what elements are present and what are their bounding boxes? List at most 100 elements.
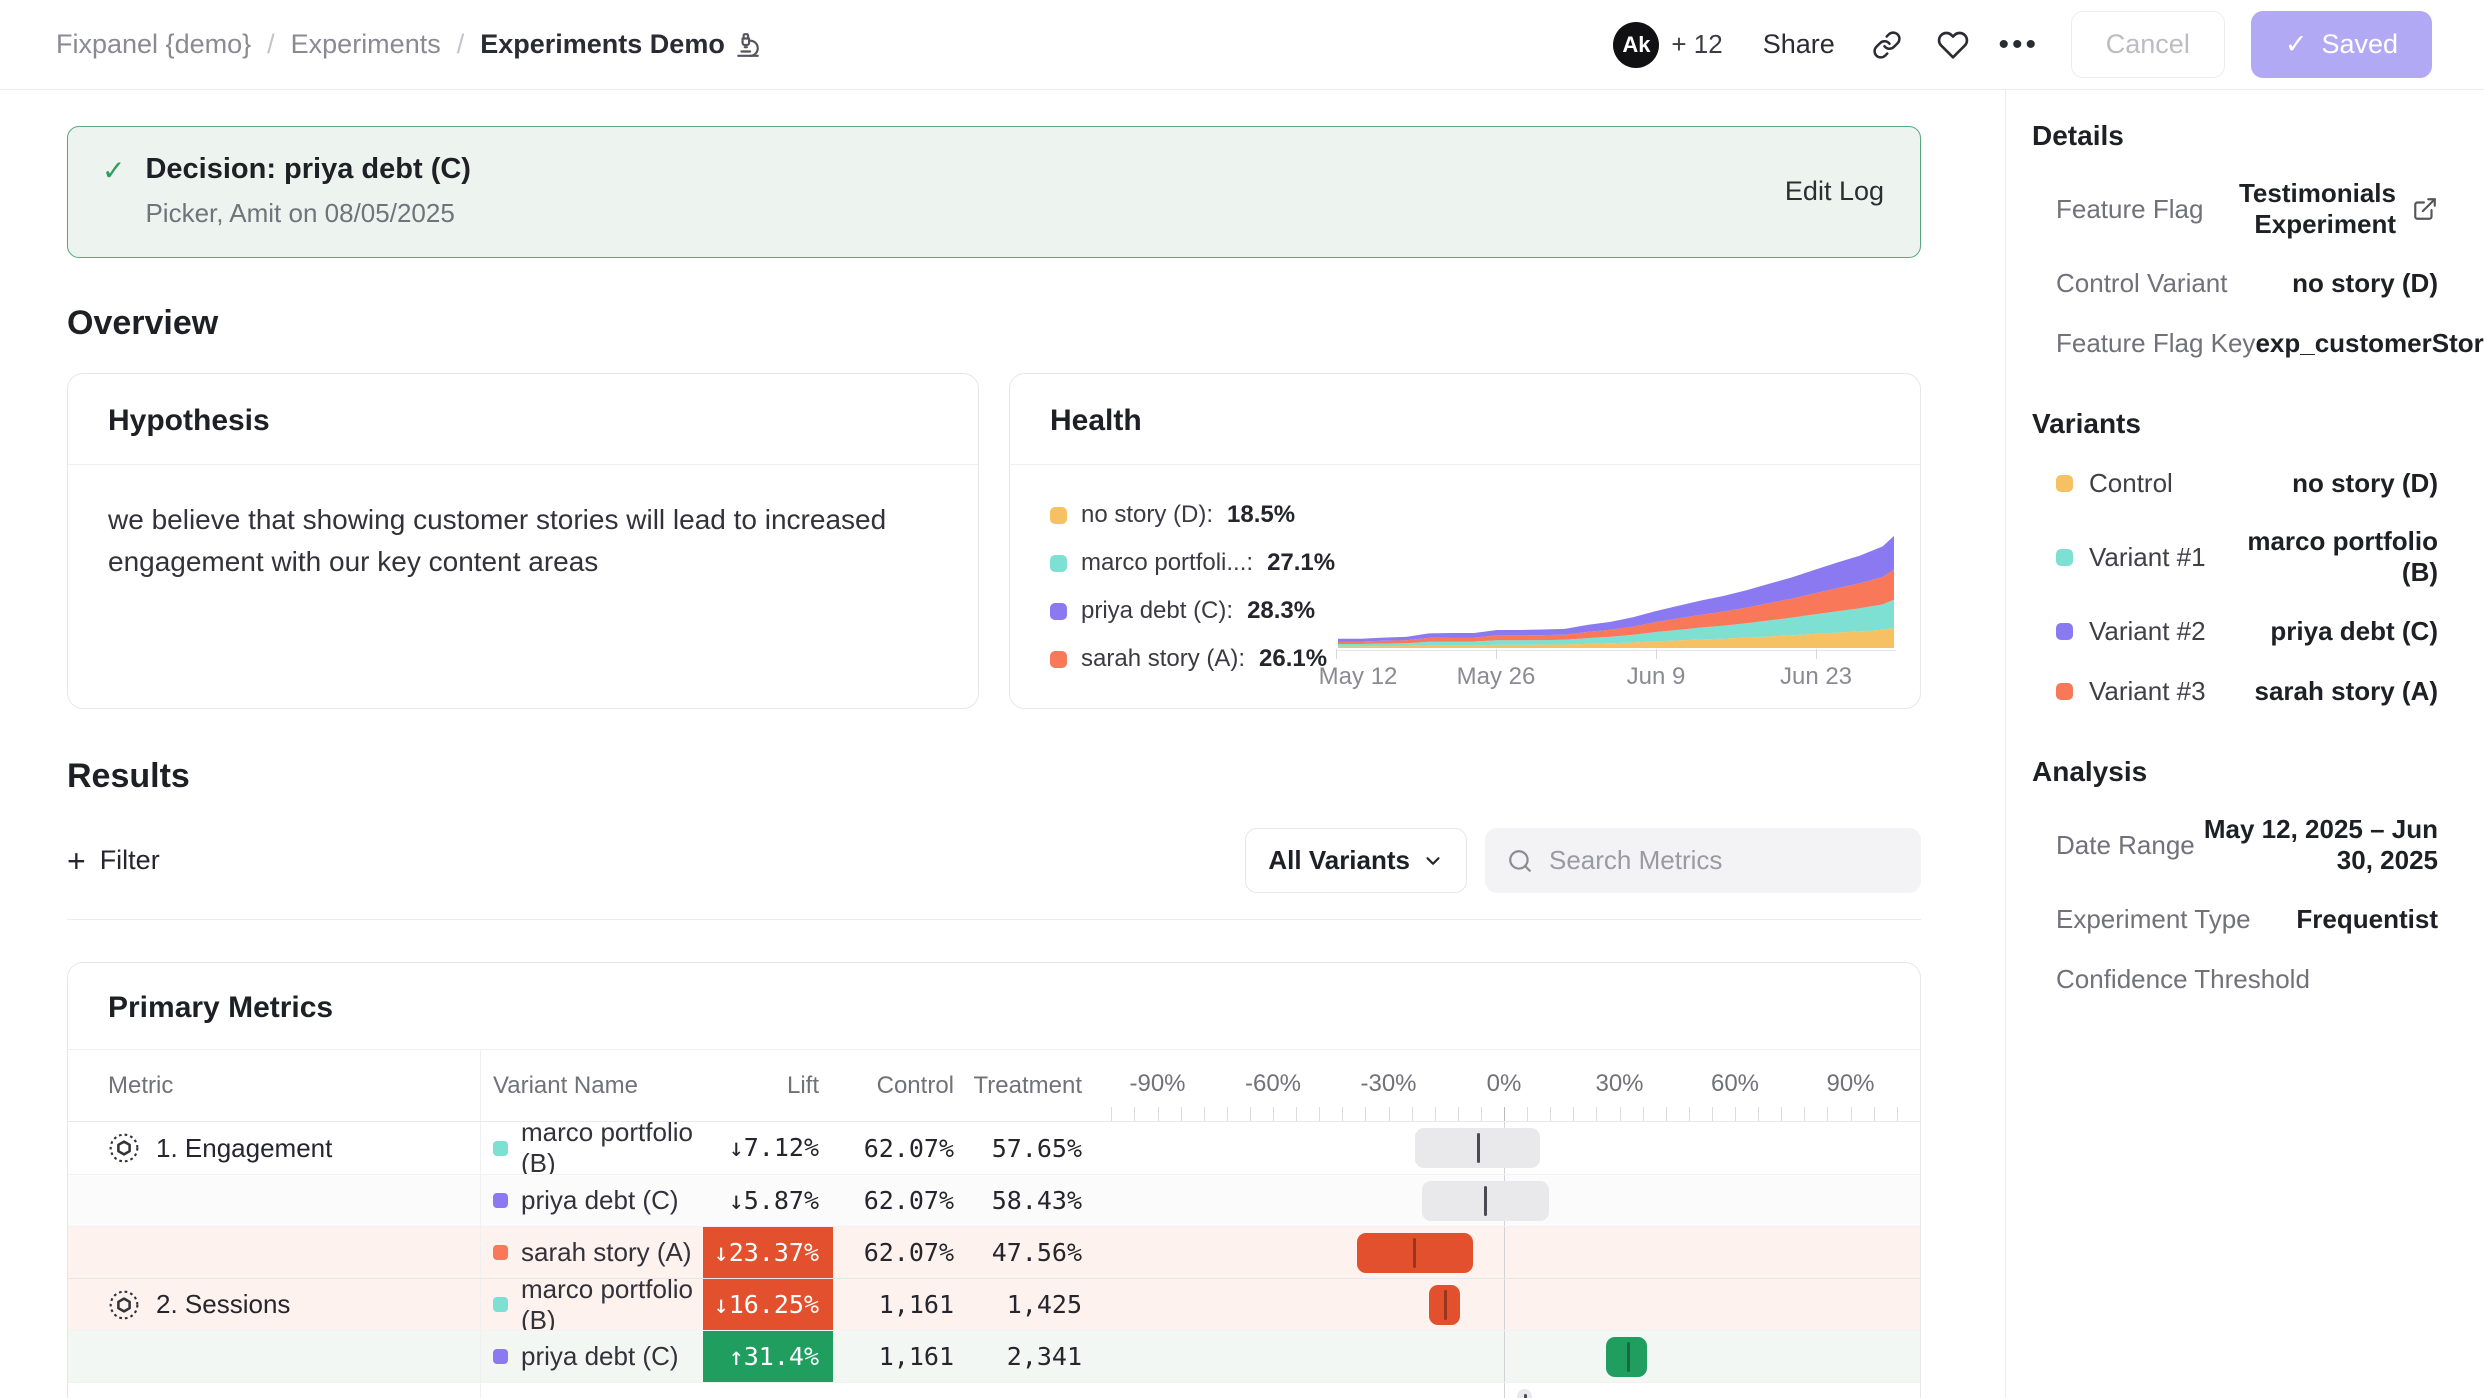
treatment-cell: 47.56% (958, 1238, 1086, 1267)
detail-value: sarah story (A) (2206, 676, 2438, 707)
ci-axis-tick (1550, 1107, 1551, 1121)
lift-cell: ↑4.54% (703, 1383, 833, 1398)
variant-row: Variant #3sarah story (A) (2032, 674, 2438, 708)
lift-cell: ↓16.25% (703, 1279, 833, 1331)
header-actions: Ak + 12 Share ••• Cancel ✓ Saved (1613, 11, 2432, 78)
detail-value: exp_customerStory (2255, 328, 2484, 359)
detail-value: Testimonials Experiment (2203, 178, 2396, 240)
external-link-icon[interactable] (2412, 196, 2438, 222)
legend-label: no story (D): (1081, 501, 1213, 529)
health-chart: May 12May 26Jun 9Jun 23 (1336, 475, 1896, 691)
results-toolbar: + Filter All Variants (67, 828, 1921, 893)
table-row[interactable]: sarah story (A)↓23.37%62.07%47.56% (68, 1226, 1920, 1278)
variants-title: Variants (2032, 408, 2438, 440)
microscope-icon (735, 32, 761, 58)
share-button[interactable]: Share (1757, 28, 1841, 61)
lift-value: ↑31.4% (729, 1342, 819, 1371)
saved-button[interactable]: ✓ Saved (2251, 11, 2432, 78)
edit-log-button[interactable]: Edit Log (1785, 176, 1884, 207)
lift-cell: ↓5.87% (703, 1175, 833, 1227)
variants-section: Variants Controlno story (D) Variant #1ma… (2032, 408, 2438, 708)
favorite-icon[interactable] (1933, 25, 1973, 65)
more-options-icon[interactable]: ••• (1999, 25, 2039, 65)
health-axis-tick (1656, 649, 1657, 659)
ci-axis-tick (1250, 1107, 1251, 1121)
health-axis-label: May 12 (1319, 663, 1398, 691)
overview-heading: Overview (67, 304, 1921, 343)
table-row[interactable]: 2. Sessionsmarco portfolio (B)↓16.25%1,1… (68, 1278, 1920, 1330)
variant-swatch (2056, 475, 2073, 492)
metric-label: 2. Sessions (156, 1289, 290, 1320)
metrics-table-body: 1. Engagementmarco portfolio (B)↓7.12%62… (68, 1122, 1920, 1398)
lift-cell: ↓23.37% (703, 1227, 833, 1279)
ci-axis-label: 30% (1595, 1070, 1643, 1098)
variant-swatch (2056, 549, 2073, 566)
breadcrumb-experiments[interactable]: Experiments (291, 29, 441, 60)
decision-title: Decision: priya debt (C) (145, 153, 471, 186)
ci-axis-tick (1319, 1107, 1320, 1121)
metric-cell: 2. Sessions (68, 1279, 481, 1330)
lift-value: ↓5.87% (729, 1186, 819, 1215)
treatment-cell: 2,341 (958, 1342, 1086, 1371)
variant-swatch (2056, 623, 2073, 640)
treatment-value: 47.56% (992, 1238, 1082, 1267)
metric-label: 1. Engagement (156, 1133, 332, 1164)
cancel-button[interactable]: Cancel (2071, 11, 2225, 78)
health-axis-label: May 26 (1457, 663, 1536, 691)
table-row[interactable]: 1. Engagementmarco portfolio (B)↓7.12%62… (68, 1122, 1920, 1174)
decision-check-icon: ✓ (102, 153, 125, 229)
table-row[interactable]: sarah story (A)↑4.54%1,1611,716 (68, 1382, 1920, 1398)
variant-swatch (493, 1193, 508, 1208)
variant-cell: priya debt (C) (481, 1341, 703, 1372)
legend-swatch (1050, 507, 1067, 524)
treatment-cell: 1,425 (958, 1290, 1086, 1319)
variant-swatch (2056, 683, 2073, 700)
control-value: 62.07% (864, 1186, 954, 1215)
table-row[interactable]: priya debt (C)↓5.87%62.07%58.43% (68, 1174, 1920, 1226)
search-metrics-box[interactable] (1485, 828, 1921, 893)
legend-item: sarah story (A): 26.1% (1050, 635, 1336, 683)
variant-row: Variant #1marco portfolio (B) (2032, 526, 2438, 588)
detail-value: marco portfolio (B) (2206, 526, 2438, 588)
variant-name: marco portfolio (B) (521, 1274, 703, 1336)
collaborators-count[interactable]: + 12 (1671, 29, 1722, 60)
analysis-section: Analysis Date RangeMay 12, 2025 – Jun 30… (2032, 756, 2438, 996)
ci-point-marker (1413, 1238, 1416, 1268)
plus-icon: + (67, 847, 86, 875)
ci-point-marker (1524, 1394, 1527, 1398)
search-metrics-input[interactable] (1547, 844, 1899, 877)
variant-cell: marco portfolio (B) (481, 1274, 703, 1336)
metrics-table-header: Metric Variant Name Lift Control Treatme… (68, 1050, 1920, 1122)
primary-metrics-card: Primary Metrics Metric Variant Name Lift… (67, 962, 1921, 1398)
hypothesis-title: Hypothesis (68, 374, 978, 465)
health-axis-label: Jun 9 (1627, 663, 1686, 691)
treatment-cell: 57.65% (958, 1134, 1086, 1163)
legend-swatch (1050, 603, 1067, 620)
filter-button[interactable]: + Filter (67, 845, 160, 876)
detail-row: Confidence Threshold (2032, 962, 2438, 996)
avatar[interactable]: Ak (1613, 22, 1659, 68)
variant-swatch (493, 1141, 508, 1156)
variant-row: Controlno story (D) (2032, 466, 2438, 500)
ci-point-marker (1484, 1186, 1487, 1216)
ci-axis-tick (1158, 1107, 1159, 1121)
ci-chart-cell (1086, 1175, 1920, 1226)
health-legend: no story (D): 18.5%marco portfoli...: 27… (1050, 475, 1336, 691)
ci-axis-tick (1204, 1107, 1205, 1121)
detail-value: no story (D) (2173, 468, 2438, 499)
ci-zero-line (1504, 1279, 1505, 1330)
legend-label: sarah story (A): (1081, 645, 1245, 673)
treatment-value: 2,341 (1007, 1342, 1082, 1371)
breadcrumb-project[interactable]: Fixpanel {demo} (56, 29, 251, 60)
detail-label: Feature Flag (2056, 194, 2203, 225)
ci-axis-tick (1527, 1107, 1528, 1121)
detail-row: Feature FlagTestimonials Experiment (2032, 178, 2438, 240)
copy-link-icon[interactable] (1867, 25, 1907, 65)
table-row[interactable]: priya debt (C)↑31.4%1,1612,341 (68, 1330, 1920, 1382)
variants-dropdown[interactable]: All Variants (1245, 828, 1467, 893)
ci-axis-tick (1412, 1107, 1413, 1121)
metric-target-icon (108, 1132, 140, 1164)
col-treatment: Treatment (958, 1072, 1086, 1100)
ci-axis-tick (1365, 1107, 1366, 1121)
variant-name: priya debt (C) (521, 1341, 679, 1372)
